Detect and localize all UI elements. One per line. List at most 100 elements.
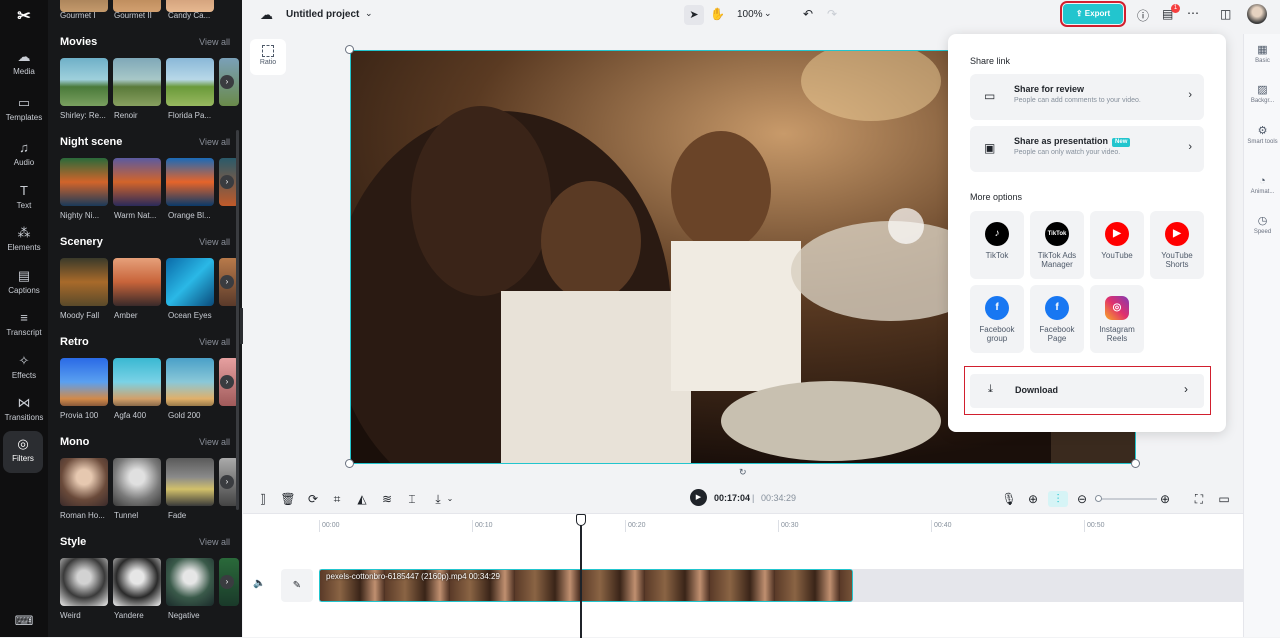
- view-all-link[interactable]: View all: [199, 37, 230, 47]
- rail-item-filters[interactable]: ◎ Filters: [3, 431, 43, 473]
- fullscreen-icon[interactable]: ⛶: [1191, 491, 1207, 507]
- rail-item-captions[interactable]: ▤ Captions: [0, 263, 48, 305]
- hand-pan-icon[interactable]: ✋: [710, 7, 725, 21]
- scroll-right-button[interactable]: ›: [220, 375, 234, 389]
- scroll-right-button[interactable]: ›: [220, 75, 234, 89]
- download-button[interactable]: ⤓ Download ›: [970, 374, 1204, 408]
- tool-smart-tools[interactable]: ⚙ Smart tools: [1244, 124, 1280, 146]
- filter-thumb[interactable]: [166, 158, 214, 206]
- scroll-right-button[interactable]: ›: [220, 575, 234, 589]
- project-title[interactable]: Untitled project: [286, 9, 359, 20]
- view-all-link[interactable]: View all: [199, 337, 230, 347]
- panel-scrollbar[interactable]: [236, 130, 239, 510]
- filter-thumb[interactable]: [166, 358, 214, 406]
- microphone-icon[interactable]: 🎙: [1001, 491, 1017, 507]
- filter-thumb[interactable]: [113, 558, 161, 606]
- tool-animation[interactable]: ◔ Animat...: [1244, 174, 1280, 196]
- delete-icon[interactable]: 🗑: [280, 491, 296, 507]
- filter-thumb[interactable]: [60, 358, 108, 406]
- rail-item-transcript[interactable]: ≡ Transcript: [0, 305, 48, 347]
- chevron-down-icon[interactable]: ⌄: [764, 8, 772, 19]
- scroll-right-button[interactable]: ›: [220, 175, 234, 189]
- split-scene-icon[interactable]: ⊕: [1025, 491, 1041, 507]
- rail-item-media[interactable]: ☁ Media: [0, 44, 48, 86]
- rail-item-elements[interactable]: ⁂ Elements: [0, 220, 48, 262]
- option-instagram-reels[interactable]: ◎ Instagram Reels: [1090, 285, 1144, 353]
- preview-screen-icon[interactable]: ▭: [1216, 491, 1232, 507]
- filter-thumb[interactable]: [60, 558, 108, 606]
- resize-handle[interactable]: [345, 459, 354, 468]
- tool-basic[interactable]: ▦ Basic: [1244, 43, 1280, 65]
- ratio-button[interactable]: Ratio: [250, 39, 286, 75]
- flip-icon[interactable]: ◭: [354, 491, 370, 507]
- option-youtube-shorts[interactable]: ▶ YouTube Shorts: [1150, 211, 1204, 279]
- zoom-in-icon[interactable]: ⊕: [1157, 491, 1173, 507]
- chevron-down-icon[interactable]: ⌄: [365, 8, 373, 19]
- share-for-review-card[interactable]: ▭ Share for review People can add commen…: [970, 74, 1204, 120]
- filter-thumb[interactable]: [60, 258, 108, 306]
- filter-thumb[interactable]: [166, 458, 214, 506]
- auto-reframe-icon[interactable]: ⌶: [404, 491, 420, 507]
- view-all-link[interactable]: View all: [199, 437, 230, 447]
- crop-icon[interactable]: ⌗: [329, 491, 345, 507]
- resize-handle[interactable]: [345, 45, 354, 54]
- select-pointer-icon[interactable]: ➤: [684, 5, 704, 25]
- magnet-snap-icon[interactable]: ⫶: [1048, 491, 1068, 507]
- undo-icon[interactable]: ↶: [803, 7, 813, 21]
- scroll-right-button[interactable]: ›: [220, 475, 234, 489]
- option-facebook-group[interactable]: f Facebook group: [970, 285, 1024, 353]
- tool-speed[interactable]: ◷ Speed: [1244, 214, 1280, 236]
- avatar[interactable]: [1247, 4, 1267, 24]
- rail-item-transitions[interactable]: ⋈ Transitions: [0, 390, 48, 432]
- scroll-right-button[interactable]: ›: [220, 275, 234, 289]
- playhead-handle[interactable]: [576, 514, 586, 526]
- timeline[interactable]: 00:00 00:10 00:20 00:30 00:40 00:50 🔈 ✎ …: [243, 513, 1243, 638]
- capcut-logo[interactable]: ✂: [14, 6, 34, 25]
- export-button[interactable]: ⇪ Export: [1060, 1, 1126, 27]
- option-youtube[interactable]: ▶ YouTube: [1090, 211, 1144, 279]
- rotate-handle-icon[interactable]: ↻: [739, 467, 747, 478]
- filter-thumb[interactable]: [166, 58, 214, 106]
- adjust-icon[interactable]: ≋: [379, 491, 395, 507]
- view-all-link[interactable]: View all: [199, 137, 230, 147]
- rail-item-text[interactable]: T Text: [0, 178, 48, 220]
- rail-item-templates[interactable]: ▭ Templates: [0, 90, 48, 132]
- video-clip[interactable]: pexels-cottonbro-6185447 (2160p).mp4 00:…: [319, 569, 853, 602]
- filter-thumb[interactable]: [113, 58, 161, 106]
- option-tiktok[interactable]: ♪ TikTok: [970, 211, 1024, 279]
- filter-thumb[interactable]: [113, 458, 161, 506]
- edit-track-button[interactable]: ✎: [281, 569, 313, 602]
- filter-thumb[interactable]: [166, 258, 214, 306]
- layout-panel-icon[interactable]: ◫: [1220, 7, 1231, 21]
- tool-background[interactable]: ▨ Backgr...: [1244, 83, 1280, 105]
- share-as-presentation-card[interactable]: ▣ Share as presentation New People can on…: [970, 126, 1204, 172]
- zoom-slider-thumb[interactable]: [1095, 495, 1102, 502]
- keyboard-shortcuts-button[interactable]: ⌨: [0, 608, 48, 628]
- option-facebook-page[interactable]: f Facebook Page: [1030, 285, 1084, 353]
- zoom-level[interactable]: 100%: [737, 9, 763, 20]
- filter-thumb[interactable]: [113, 258, 161, 306]
- filter-thumb[interactable]: [60, 58, 108, 106]
- filter-thumb[interactable]: [113, 358, 161, 406]
- rail-item-effects[interactable]: ✧ Effects: [0, 348, 48, 390]
- playhead[interactable]: [580, 514, 582, 638]
- help-icon[interactable]: ⓘ: [1137, 7, 1149, 24]
- filter-thumb[interactable]: [166, 558, 214, 606]
- filter-thumb[interactable]: [60, 458, 108, 506]
- volume-icon[interactable]: 🔈: [253, 578, 265, 589]
- split-icon[interactable]: ⟧: [255, 491, 271, 507]
- view-all-link[interactable]: View all: [199, 537, 230, 547]
- chevron-down-icon[interactable]: ⌄: [442, 491, 458, 507]
- zoom-slider[interactable]: [1095, 498, 1157, 500]
- rail-item-audio[interactable]: ♫ Audio: [0, 135, 48, 177]
- filter-thumb[interactable]: [60, 158, 108, 206]
- redo-icon[interactable]: ↷: [827, 7, 837, 21]
- option-tiktok-ads-manager[interactable]: TikTok TikTok Ads Manager: [1030, 211, 1084, 279]
- cloud-save-icon[interactable]: ☁: [260, 7, 273, 23]
- play-button[interactable]: ▶: [690, 489, 707, 506]
- resize-handle[interactable]: [1131, 459, 1140, 468]
- view-all-link[interactable]: View all: [199, 237, 230, 247]
- zoom-out-icon[interactable]: ⊖: [1074, 491, 1090, 507]
- filter-thumb[interactable]: [113, 158, 161, 206]
- freeze-icon[interactable]: ⟳: [305, 491, 321, 507]
